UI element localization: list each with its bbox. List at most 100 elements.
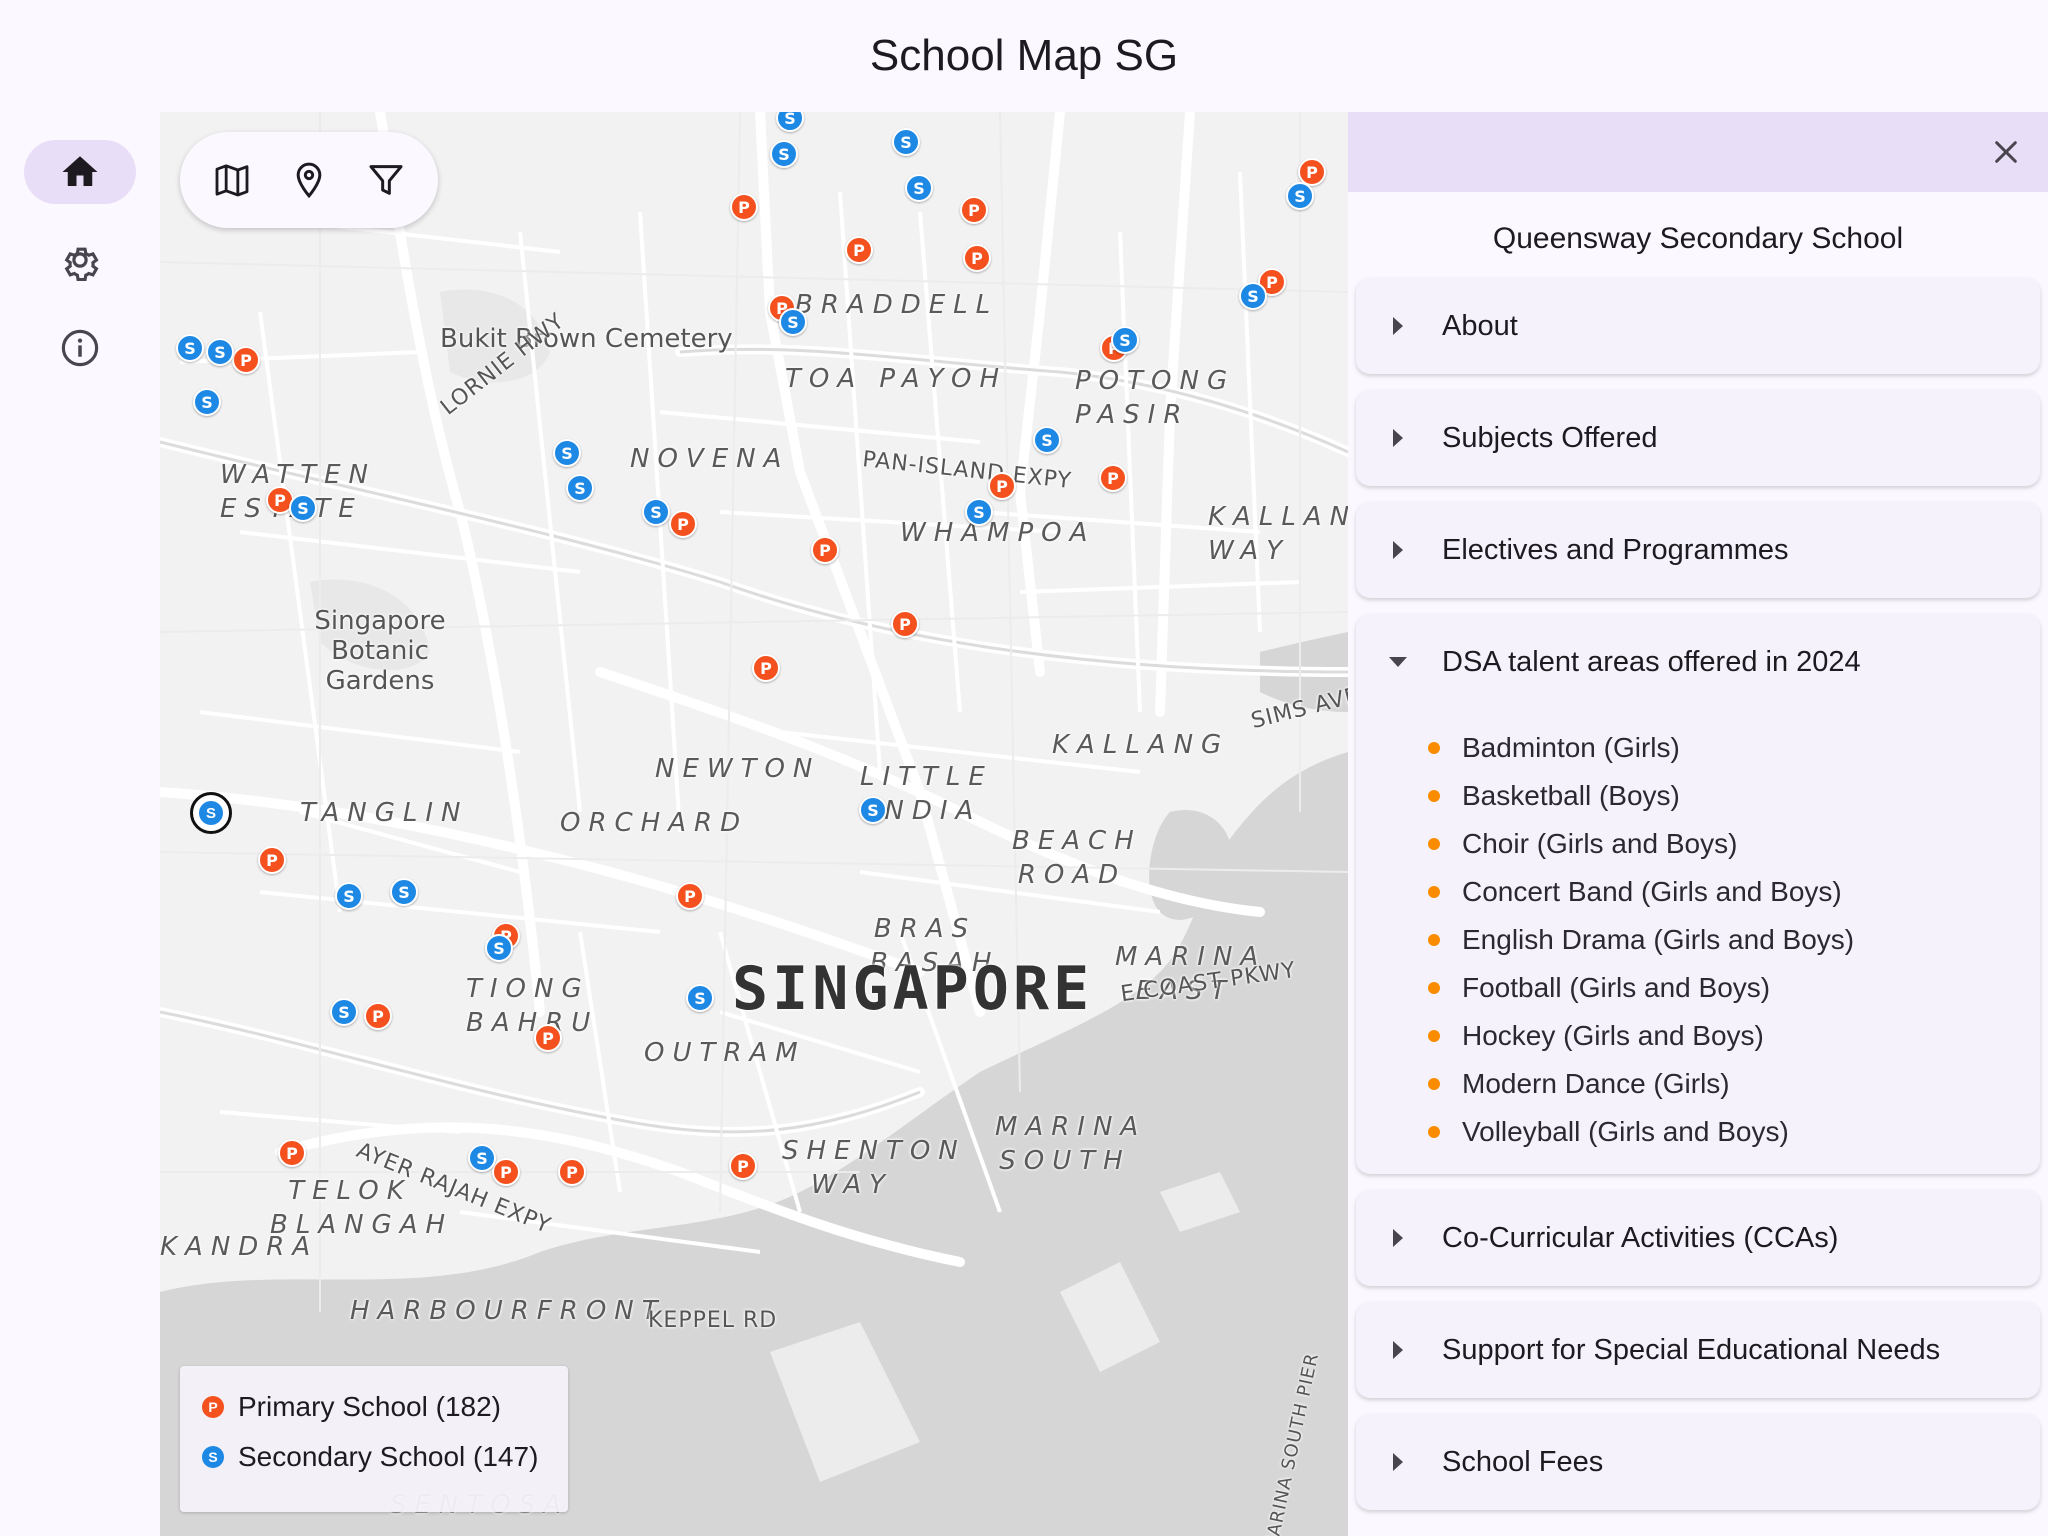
dsa-item: Modern Dance (Girls) (1428, 1060, 2040, 1108)
close-icon (1995, 141, 2017, 163)
section-label: Co-Curricular Activities (CCAs) (1442, 1221, 1839, 1254)
primary-school-marker[interactable]: P (232, 346, 260, 374)
my-location-button[interactable] (279, 150, 339, 210)
map-label-botanic-gardens: Singapore Botanic Gardens (314, 606, 446, 696)
dsa-item: Choir (Girls and Boys) (1428, 820, 2040, 868)
primary-school-marker[interactable]: P (1099, 464, 1127, 492)
section-electives[interactable]: Electives and Programmes (1356, 502, 2040, 598)
app-title: School Map SG (869, 31, 1179, 80)
bullet-icon (1428, 982, 1440, 994)
selected-school-locator[interactable]: S (190, 792, 232, 834)
expand-arrow-icon (1384, 312, 1412, 340)
section-sen[interactable]: Support for Special Educational Needs (1356, 1302, 2040, 1398)
secondary-school-marker[interactable]: S (289, 494, 317, 522)
secondary-school-marker[interactable]: S (779, 308, 807, 336)
map-layer-button[interactable] (202, 150, 262, 210)
secondary-school-legend-icon: S (202, 1446, 224, 1468)
section-label: Support for Special Educational Needs (1442, 1333, 1941, 1366)
bullet-icon (1428, 1126, 1440, 1138)
map-label-keppel-rd: KEPPEL RD (648, 1308, 778, 1333)
section-about[interactable]: About (1356, 278, 2040, 374)
primary-school-marker[interactable]: P (278, 1139, 306, 1167)
info-icon (61, 329, 99, 367)
rail-home-button[interactable] (24, 140, 136, 204)
bullet-icon (1428, 838, 1440, 850)
school-map[interactable]: Bukit Brown Cemetery Singapore Botanic G… (160, 112, 1348, 1536)
primary-school-marker[interactable]: P (534, 1024, 562, 1052)
dsa-item: Concert Band (Girls and Boys) (1428, 868, 2040, 916)
secondary-school-marker[interactable]: S (176, 334, 204, 362)
primary-school-marker[interactable]: P (364, 1002, 392, 1030)
expand-arrow-icon (1384, 1224, 1412, 1252)
secondary-school-marker[interactable]: S (553, 439, 581, 467)
primary-school-marker[interactable]: P (676, 882, 704, 910)
primary-school-marker[interactable]: P (558, 1158, 586, 1186)
secondary-school-marker[interactable]: S (330, 998, 358, 1026)
map-label-tiong-bahru: TIONG BAHRU (466, 974, 599, 1038)
secondary-school-marker[interactable]: S (1033, 426, 1061, 454)
secondary-school-marker[interactable]: S (892, 128, 920, 156)
map-legend: P Primary School (182) S Secondary Schoo… (180, 1366, 568, 1512)
secondary-school-marker[interactable]: S (1286, 182, 1314, 210)
legend-primary-label: Primary School (182) (238, 1391, 501, 1422)
section-subjects[interactable]: Subjects Offered (1356, 390, 2040, 486)
bullet-icon (1428, 1078, 1440, 1090)
expand-arrow-icon (1384, 536, 1412, 564)
selected-school-marker: S (199, 801, 223, 825)
legend-secondary: S Secondary School (147) (202, 1432, 546, 1482)
primary-school-marker[interactable]: P (258, 846, 286, 874)
secondary-school-marker[interactable]: S (859, 796, 887, 824)
section-label: DSA talent areas offered in 2024 (1442, 645, 1861, 678)
bullet-icon (1428, 742, 1440, 754)
legend-primary: P Primary School (182) (202, 1382, 546, 1432)
primary-school-marker[interactable]: P (752, 654, 780, 682)
primary-school-marker[interactable]: P (988, 472, 1016, 500)
close-panel-button[interactable] (1984, 130, 2028, 174)
secondary-school-marker[interactable]: S (965, 498, 993, 526)
section-fees[interactable]: School Fees (1356, 1414, 2040, 1510)
secondary-school-marker[interactable]: S (1111, 326, 1139, 354)
filter-button[interactable] (356, 150, 416, 210)
secondary-school-marker[interactable]: S (905, 174, 933, 202)
section-cca[interactable]: Co-Curricular Activities (CCAs) (1356, 1190, 2040, 1286)
section-label: Electives and Programmes (1442, 533, 1789, 566)
map-label-kallang-way: KALLANG WAY (1208, 502, 1348, 566)
dsa-list: Badminton (Girls) Basketball (Boys) Choi… (1356, 710, 2040, 1174)
primary-school-marker[interactable]: P (492, 1158, 520, 1186)
secondary-school-marker[interactable]: S (335, 882, 363, 910)
primary-school-marker[interactable]: P (963, 244, 991, 272)
map-label-alexandra: KANDRA (160, 1232, 319, 1262)
map-label-potong-pasir: POTONG PASIR (1075, 366, 1236, 430)
primary-school-marker[interactable]: P (891, 610, 919, 638)
bullet-icon (1428, 1030, 1440, 1042)
rail-settings-button[interactable] (24, 228, 136, 292)
gear-icon (64, 247, 99, 281)
secondary-school-marker[interactable]: S (206, 338, 234, 366)
secondary-school-marker[interactable]: S (642, 498, 670, 526)
secondary-school-marker[interactable]: S (566, 474, 594, 502)
primary-school-marker[interactable]: P (811, 536, 839, 564)
legend-secondary-label: Secondary School (147) (238, 1441, 539, 1472)
primary-school-marker[interactable]: P (669, 510, 697, 538)
secondary-school-marker[interactable]: S (468, 1144, 496, 1172)
section-dsa[interactable]: DSA talent areas offered in 2024 Badmint… (1356, 614, 2040, 1174)
bullet-icon (1428, 790, 1440, 802)
dsa-item: Basketball (Boys) (1428, 772, 2040, 820)
secondary-school-marker[interactable]: S (193, 388, 221, 416)
rail-info-button[interactable] (24, 316, 136, 380)
expand-arrow-icon (1384, 1336, 1412, 1364)
map-icon (215, 164, 249, 197)
secondary-school-marker[interactable]: S (770, 140, 798, 168)
primary-school-marker[interactable]: P (729, 1152, 757, 1180)
secondary-school-marker[interactable]: S (390, 878, 418, 906)
primary-school-marker[interactable]: P (845, 236, 873, 264)
bullet-icon (1428, 886, 1440, 898)
secondary-school-marker[interactable]: S (686, 984, 714, 1012)
collapse-arrow-icon (1384, 648, 1412, 676)
secondary-school-marker[interactable]: S (1239, 282, 1267, 310)
map-label-outram: OUTRAM (644, 1038, 806, 1068)
primary-school-marker[interactable]: P (730, 193, 758, 221)
navigation-rail (0, 112, 160, 1536)
primary-school-marker[interactable]: P (960, 196, 988, 224)
secondary-school-marker[interactable]: S (485, 934, 513, 962)
